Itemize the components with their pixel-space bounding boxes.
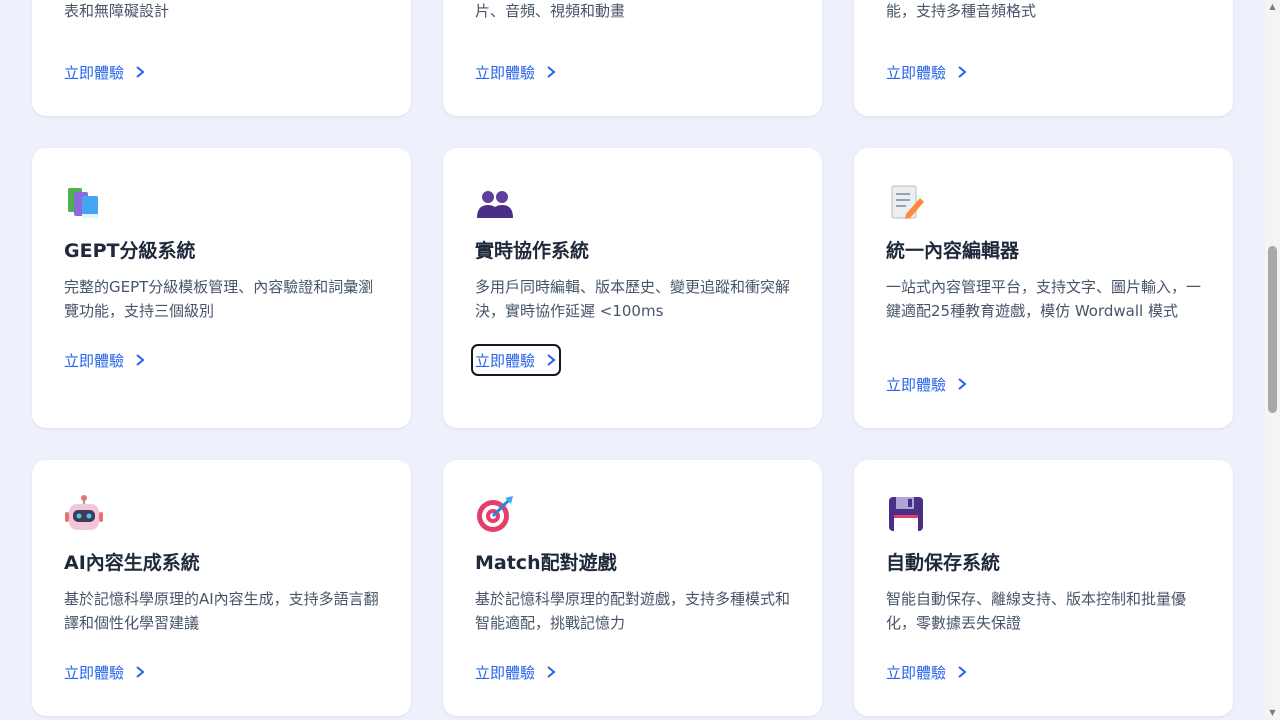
card-description: 基於記憶科學原理的AI內容生成，支持多語言翻譯和個性化學習建議: [64, 590, 379, 632]
feature-card-collaboration: 實時協作系統 多用戶同時編輯、版本歷史、變更追蹤和衝突解決，實時協作延遲 <10…: [443, 148, 822, 428]
chevron-right-icon: [958, 378, 967, 390]
scroll-up-arrow-icon[interactable]: ▲: [1268, 3, 1277, 11]
feature-card-unified-editor: 統一內容編輯器 一站式內容管理平台，支持文字、圖片輸入，一鍵適配25種教育遊戲，…: [854, 148, 1233, 428]
link-label: 立即體驗: [64, 351, 125, 370]
card-description: 基於記憶科學原理的配對遊戲，支持多種模式和智能適配，挑戰記憶力: [475, 590, 791, 632]
feature-card-match-game: Match配對遊戲 基於記憶科學原理的配對遊戲，支持多種模式和智能適配，挑戰記憶…: [443, 460, 822, 716]
card-description: 智能自動保存、離線支持、版本控制和批量優化，零數據丟失保證: [886, 590, 1187, 632]
try-now-link[interactable]: 立即體驗: [64, 660, 146, 684]
card-title: Match配對遊戲: [475, 552, 617, 574]
chevron-right-icon: [958, 66, 967, 78]
link-label: 立即體驗: [886, 663, 947, 682]
scrollbar-thumb[interactable]: [1268, 246, 1277, 413]
feature-card-gept: GEPT分級系統 完整的GEPT分級模板管理、內容驗證和詞彙瀏覽功能，支持三個級…: [32, 148, 411, 428]
chevron-right-icon: [958, 666, 967, 678]
card-title: 自動保存系統: [886, 552, 1001, 574]
link-label: 立即體驗: [475, 663, 536, 682]
robot-icon: [65, 495, 103, 530]
chevron-right-icon: [547, 66, 556, 78]
scroll-down-arrow-icon[interactable]: ▼: [1268, 709, 1277, 717]
feature-card-voice: 完整的語音錄製、播放、語音識別和語音合成功能，支持多種音頻格式 立即體驗: [854, 0, 1233, 116]
card-description: 多用戶同時編輯、版本歷史、變更追蹤和衝突解決，實時協作延遲 <100ms: [475, 278, 791, 320]
link-label: 立即體驗: [64, 63, 125, 82]
try-now-link[interactable]: 立即體驗: [886, 372, 968, 396]
chevron-right-icon: [547, 354, 556, 366]
link-label: 立即體驗: [475, 63, 536, 82]
link-label: 立即體驗: [475, 351, 536, 370]
floppy-disk-icon: [889, 497, 923, 531]
try-now-link[interactable]: 立即體驗: [475, 60, 557, 84]
card-description: 完整的富文本編輯功能，支持格式化、表格、列表和無障礙設計: [64, 2, 170, 20]
feature-card-ai-content: AI內容生成系統 基於記憶科學原理的AI內容生成，支持多語言翻譯和個性化學習建議…: [32, 460, 411, 716]
card-description: 一站式內容管理平台，支持文字、圖片輸入，一鍵適配25種教育遊戲，模仿 Wordw…: [886, 278, 1202, 320]
card-title: 實時協作系統: [475, 240, 590, 262]
chevron-right-icon: [136, 66, 145, 78]
target-icon: [477, 496, 513, 532]
link-label: 立即體驗: [886, 63, 947, 82]
try-now-link[interactable]: 立即體驗: [64, 60, 146, 84]
feature-card-multimedia: 完整的多媒體上傳、管理和預覽功能，支持圖片、音頻、視頻和動畫 立即體驗: [443, 0, 822, 116]
card-title: GEPT分級系統: [64, 240, 196, 262]
try-now-link[interactable]: 立即體驗: [886, 60, 968, 84]
people-icon: [477, 191, 513, 218]
link-label: 立即體驗: [64, 663, 125, 682]
card-title: AI內容生成系統: [64, 552, 200, 574]
try-now-link[interactable]: 立即體驗: [64, 348, 146, 372]
card-description: 完整的多媒體上傳、管理和預覽功能，支持圖片、音頻、視頻和動畫: [475, 2, 626, 20]
card-description: 完整的GEPT分級模板管理、內容驗證和詞彙瀏覽功能，支持三個級別: [64, 278, 374, 320]
books-icon: [68, 188, 98, 218]
chevron-right-icon: [547, 666, 556, 678]
try-now-link[interactable]: 立即體驗: [475, 660, 557, 684]
vertical-scrollbar[interactable]: ▲ ▼: [1265, 0, 1280, 720]
chevron-right-icon: [136, 666, 145, 678]
card-description: 完整的語音錄製、播放、語音識別和語音合成功能，支持多種音頻格式: [886, 2, 1037, 20]
try-now-link[interactable]: 立即體驗: [886, 660, 968, 684]
memo-icon: [891, 185, 924, 219]
try-now-link[interactable]: 立即體驗: [470, 344, 562, 376]
feature-card-rich-text: 完整的富文本編輯功能，支持格式化、表格、列表和無障礙設計 立即體驗: [32, 0, 411, 116]
chevron-right-icon: [136, 354, 145, 366]
link-label: 立即體驗: [886, 375, 947, 394]
feature-card-autosave: 自動保存系統 智能自動保存、離線支持、版本控制和批量優化，零數據丟失保證 立即體…: [854, 460, 1233, 716]
card-title: 統一內容編輯器: [886, 240, 1020, 262]
